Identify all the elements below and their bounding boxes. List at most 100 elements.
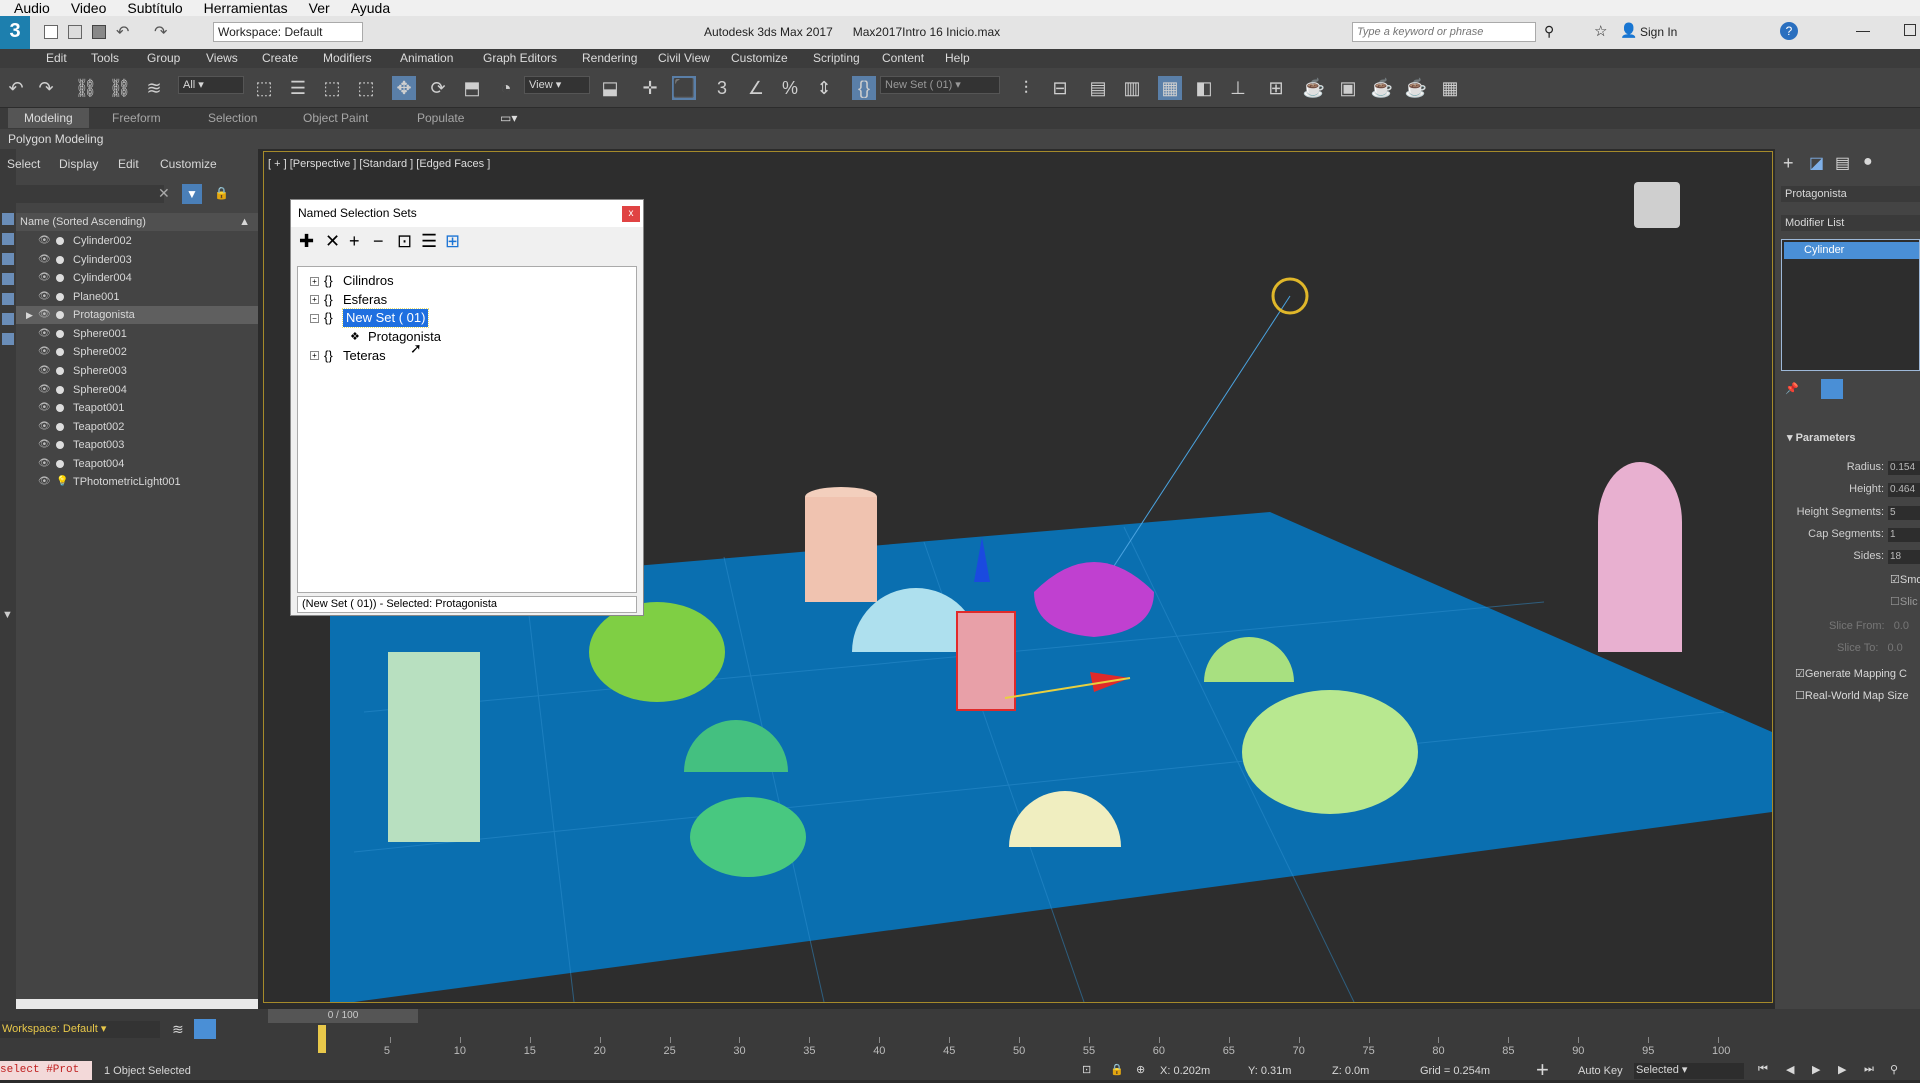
material-editor-icon[interactable]: ⊞ <box>1264 76 1288 100</box>
tab-object-paint[interactable]: Object Paint <box>303 111 368 125</box>
next-frame-icon[interactable]: ▶ <box>1838 1063 1846 1076</box>
menu-create[interactable]: Create <box>262 51 298 65</box>
display-spacewarps-icon[interactable] <box>2 333 14 345</box>
maximize-button[interactable] <box>1904 24 1916 36</box>
workspace-selector[interactable]: Workspace: Default ▾ <box>0 1021 160 1038</box>
place-icon[interactable]: ◔ <box>494 76 518 100</box>
star-icon[interactable]: ☆ <box>1594 22 1607 40</box>
explorer-row[interactable]: 👁 Cylinder004 <box>16 269 258 287</box>
freeze-dot-icon[interactable] <box>56 311 64 319</box>
slice-on-checkbox[interactable]: ☐Slic <box>1890 595 1918 608</box>
explorer-menu-customize[interactable]: Customize <box>160 157 217 171</box>
display-lights-icon[interactable] <box>2 273 14 285</box>
binoculars-icon[interactable]: ⚲ <box>1544 23 1554 40</box>
select-by-name-icon[interactable]: ☰ <box>421 231 437 252</box>
explorer-menu-display[interactable]: Display <box>59 157 98 171</box>
selection-lock-icon[interactable]: 🔒 <box>1110 1063 1124 1076</box>
snap-toggle-icon[interactable]: 3 <box>710 76 734 100</box>
open-file-icon[interactable] <box>68 25 82 39</box>
menu-rendering[interactable]: Rendering <box>582 51 637 65</box>
hierarchy-tab-icon[interactable]: ▤ <box>1835 153 1850 173</box>
scene-explorer-toggle-icon[interactable] <box>194 1019 216 1039</box>
lock-icon[interactable]: 🔒 <box>214 186 229 200</box>
align-icon[interactable]: ⊟ <box>1048 76 1072 100</box>
selection-filter-dropdown[interactable]: All ▾ <box>178 76 244 94</box>
select-manipulate-icon[interactable]: ✛ <box>638 76 662 100</box>
menu-audio[interactable]: Audio <box>0 0 57 16</box>
percent-snap-icon[interactable]: % <box>778 76 802 100</box>
tab-freeform[interactable]: Freeform <box>112 111 161 125</box>
render-production-icon[interactable]: ☕ <box>1370 76 1394 100</box>
motion-tab-icon[interactable]: ● <box>1863 153 1873 171</box>
curve-editor-icon[interactable]: ◧ <box>1192 76 1216 100</box>
collapse-icon[interactable]: − <box>310 314 319 323</box>
layer-explorer-icon[interactable]: ≋ <box>172 1021 184 1038</box>
filter-toggle-icon[interactable]: ▼ <box>182 184 202 204</box>
move-icon[interactable]: ✥ <box>392 76 416 100</box>
menu-civil-view[interactable]: Civil View <box>658 51 710 65</box>
highlight-selected-icon[interactable]: ⊞ <box>445 231 460 252</box>
freeze-dot-icon[interactable] <box>56 386 64 394</box>
object-protagonista[interactable]: Protagonista <box>368 328 441 346</box>
visibility-eye-icon[interactable]: 👁 <box>38 381 51 399</box>
angle-snap-icon[interactable]: ∠ <box>744 76 768 100</box>
menu-views[interactable]: Views <box>206 51 238 65</box>
spinner-snap-icon[interactable]: ⇕ <box>812 76 836 100</box>
menu-view[interactable]: Ver <box>295 0 337 16</box>
slice-from-spinner[interactable]: 0.0 <box>1894 620 1909 632</box>
visibility-eye-icon[interactable]: 👁 <box>38 455 51 473</box>
freeze-dot-icon[interactable] <box>56 441 64 449</box>
menu-animation[interactable]: Animation <box>400 51 453 65</box>
rendered-frame-icon[interactable]: ▣ <box>1336 76 1360 100</box>
timeline-playhead[interactable] <box>318 1025 326 1053</box>
freeze-dot-icon[interactable] <box>56 293 64 301</box>
scene-explorer-icon[interactable]: ▥ <box>1120 76 1144 100</box>
region-select-icon[interactable]: ⬚ <box>320 76 344 100</box>
maxscript-listener[interactable]: select #Prot <box>0 1061 92 1080</box>
reference-coord-dropdown[interactable]: View ▾ <box>524 76 590 94</box>
zoom-icon[interactable]: ⚲ <box>1890 1063 1898 1076</box>
visibility-eye-icon[interactable]: 👁 <box>38 473 51 491</box>
menu-modifiers[interactable]: Modifiers <box>323 51 372 65</box>
explorer-row[interactable]: 👁 💡 TPhotometricLight001 <box>16 473 258 491</box>
sides-spinner[interactable]: 18 <box>1888 550 1920 564</box>
explorer-row[interactable]: 👁 Sphere004 <box>16 381 258 399</box>
freeze-dot-icon[interactable] <box>56 237 64 245</box>
freeze-dot-icon[interactable] <box>56 423 64 431</box>
redo-icon[interactable]: ↷ <box>34 76 58 100</box>
visibility-eye-icon[interactable]: 👁 <box>38 436 51 454</box>
delete-icon[interactable]: ✕ <box>325 231 340 252</box>
keyboard-shortcut-icon[interactable]: ⬛ <box>672 76 696 100</box>
render-setup-icon[interactable]: ☕ <box>1302 76 1326 100</box>
light-bulb-icon[interactable]: 💡 <box>56 473 68 491</box>
modifier-list-dropdown[interactable]: Modifier List <box>1781 215 1920 231</box>
bind-space-warp-icon[interactable]: ≋ <box>142 76 166 100</box>
visibility-eye-icon[interactable]: 👁 <box>38 325 51 343</box>
set-teteras[interactable]: Teteras <box>343 347 386 365</box>
close-button[interactable]: x <box>622 206 640 222</box>
stack-item-cylinder[interactable]: Cylinder <box>1784 242 1919 259</box>
viewcube[interactable] <box>1634 182 1680 228</box>
freeze-dot-icon[interactable] <box>56 256 64 264</box>
menu-help[interactable]: Help <box>945 51 970 65</box>
dialog-title-bar[interactable]: Named Selection Sets <box>291 200 643 227</box>
minimize-button[interactable]: — <box>1856 22 1870 38</box>
radius-spinner[interactable]: 0.154 <box>1888 461 1920 475</box>
visibility-eye-icon[interactable]: 👁 <box>38 251 51 269</box>
expand-arrow-icon[interactable]: ▶ <box>26 306 33 324</box>
tab-modeling[interactable]: Modeling <box>8 108 89 128</box>
freeze-dot-icon[interactable] <box>56 274 64 282</box>
go-to-start-icon[interactable]: ⏮ <box>1758 1063 1768 1076</box>
menu-tools[interactable]: Herramientas <box>190 0 295 16</box>
menu-subtitle[interactable]: Subtítulo <box>113 0 189 16</box>
modify-tab-icon[interactable]: ◪ <box>1809 153 1824 173</box>
explorer-row[interactable]: 👁 Teapot002 <box>16 418 258 436</box>
expand-icon[interactable]: + <box>310 277 319 286</box>
visibility-eye-icon[interactable]: 👁 <box>38 343 51 361</box>
cap-segments-spinner[interactable]: 1 <box>1888 528 1920 542</box>
explorer-hscrollbar[interactable] <box>16 999 258 1009</box>
workspace-dropdown[interactable]: Workspace: Default <box>213 22 363 42</box>
undo-icon[interactable]: ↶ <box>116 22 129 42</box>
polygon-modeling-label[interactable]: Polygon Modeling <box>8 132 103 146</box>
menu-tools[interactable]: Tools <box>91 51 119 65</box>
